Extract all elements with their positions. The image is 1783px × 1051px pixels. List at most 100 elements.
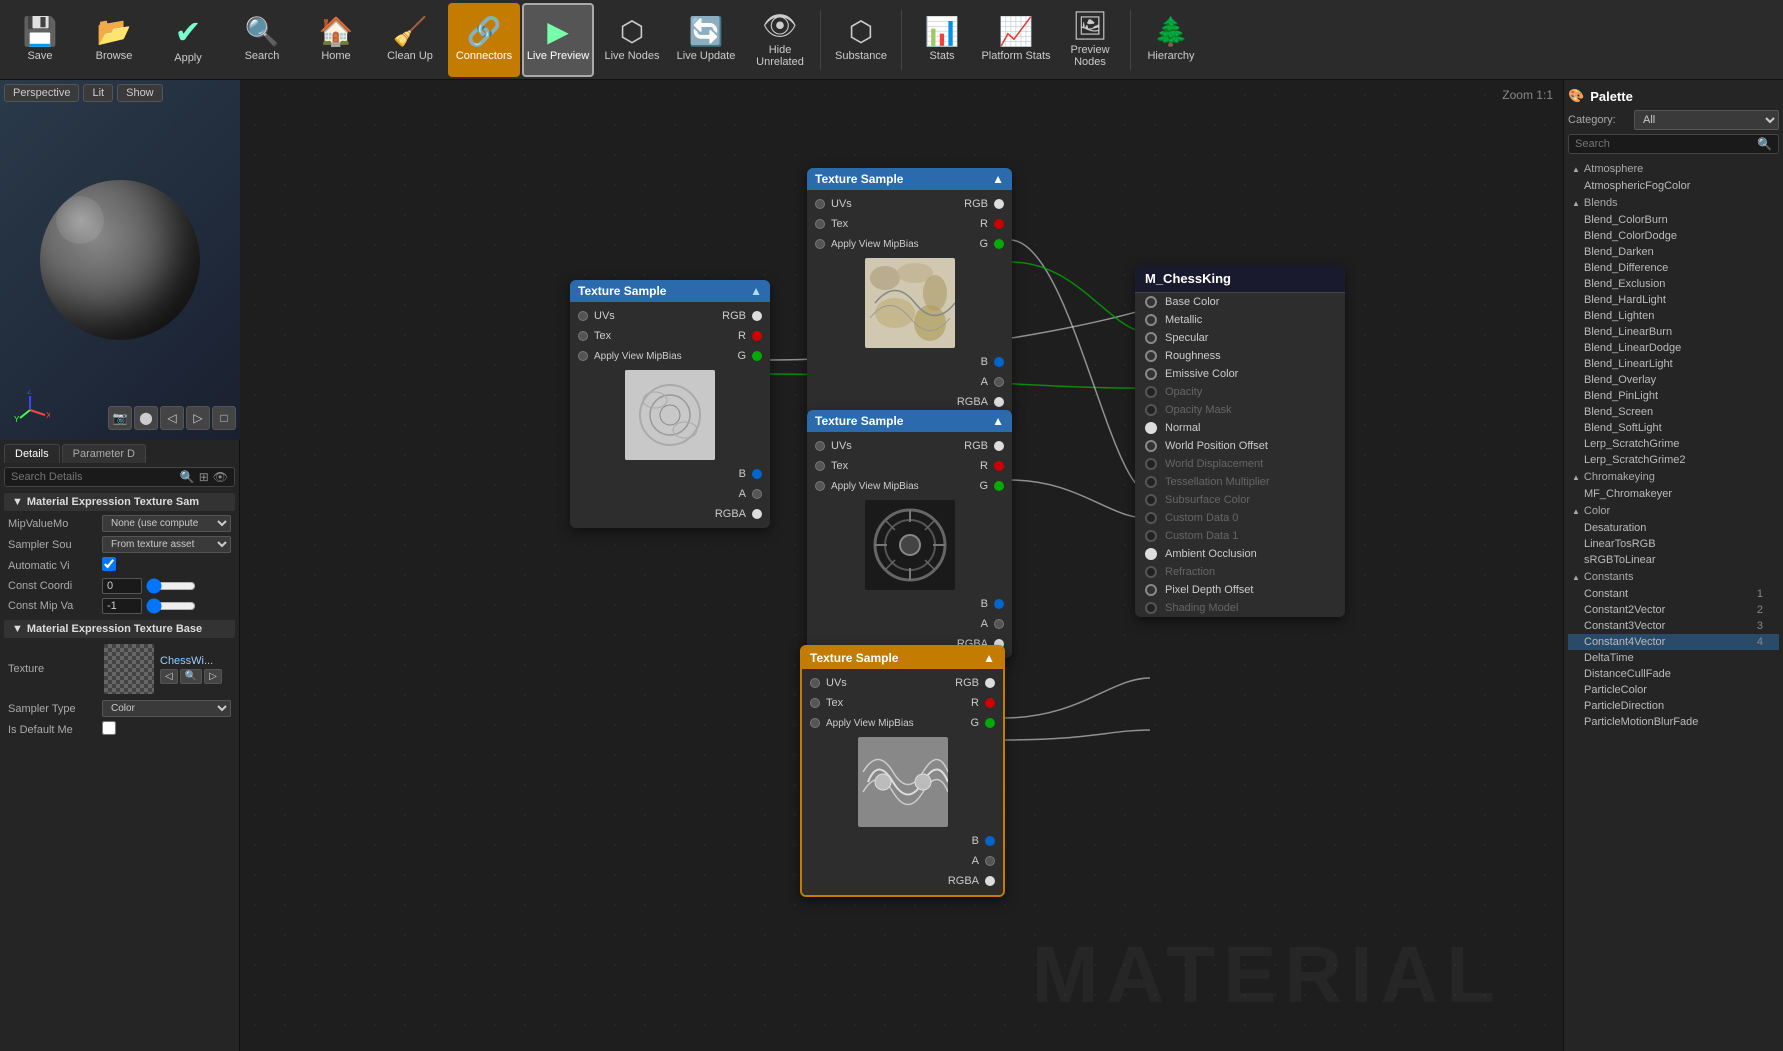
automaticview-checkbox[interactable] — [102, 557, 116, 571]
cleanup-button[interactable]: 🧹 Clean Up — [374, 3, 446, 77]
palette-item[interactable]: Blend_ColorDodge — [1568, 228, 1779, 244]
palette-item[interactable]: Blend_Lighten — [1568, 308, 1779, 324]
section-collapse-icon2: ▼ — [12, 623, 23, 635]
palette-item[interactable]: Blend_Overlay — [1568, 372, 1779, 388]
palette-item-selected[interactable]: Constant4Vector 4 — [1568, 634, 1779, 650]
palette-item[interactable]: ParticleDirection — [1568, 698, 1779, 714]
parameter-tab[interactable]: Parameter D — [62, 444, 146, 463]
samplertype-select[interactable]: Color — [102, 700, 231, 717]
palette-group-color[interactable]: Color — [1568, 502, 1779, 520]
pin-in — [815, 481, 825, 491]
apply-button[interactable]: ✔ Apply — [152, 3, 224, 77]
palette-item[interactable]: DeltaTime — [1568, 650, 1779, 666]
palette-item[interactable]: LinearTosRGB — [1568, 536, 1779, 552]
search-details-input[interactable] — [11, 471, 176, 483]
palette-item[interactable]: Blend_Darken — [1568, 244, 1779, 260]
palette-item[interactable]: Blend_HardLight — [1568, 292, 1779, 308]
palette-item[interactable]: Blend_PinLight — [1568, 388, 1779, 404]
palette-search-input[interactable] — [1575, 138, 1753, 150]
slot-worlddisp: World Displacement — [1135, 455, 1345, 473]
texture-node-4[interactable]: Texture Sample ▲ UVs RGB Tex R — [800, 645, 1005, 897]
eye-icon[interactable]: 👁 — [213, 470, 228, 484]
palette-item[interactable]: sRGBToLinear — [1568, 552, 1779, 568]
search-details-bar: 🔍 ⊞ 👁 — [4, 467, 235, 487]
details-tab[interactable]: Details — [4, 444, 60, 463]
tex-search-btn[interactable]: 🔍 — [180, 669, 202, 684]
viewport-icon-btn3[interactable]: ◁ — [160, 406, 184, 430]
palette-group-atmosphere[interactable]: Atmosphere — [1568, 160, 1779, 178]
palette-item[interactable]: Blend_SoftLight — [1568, 420, 1779, 436]
texture-node-3[interactable]: Texture Sample ▲ UVs RGB Tex R — [807, 410, 1012, 658]
pin-out — [994, 481, 1004, 491]
palette-item[interactable]: DistanceCullFade — [1568, 666, 1779, 682]
constmip-input[interactable] — [102, 598, 142, 614]
stats-button[interactable]: 📊 Stats — [906, 3, 978, 77]
constcoord-slider[interactable] — [146, 578, 196, 594]
palette-group-blends[interactable]: Blends — [1568, 194, 1779, 212]
palette-category-select[interactable]: All — [1634, 110, 1779, 130]
mipvaluemode-select[interactable]: None (use compute — [102, 515, 231, 532]
palette-item[interactable]: Blend_Exclusion — [1568, 276, 1779, 292]
palette-item[interactable]: Blend_ColorBurn — [1568, 212, 1779, 228]
pin-out — [994, 599, 1004, 609]
connectors-button[interactable]: 🔗 Connectors — [448, 3, 520, 77]
node-body-1: UVs RGB Tex R Apply View MipBias G — [570, 302, 770, 528]
palette-item[interactable]: Blend_Screen — [1568, 404, 1779, 420]
viewport-perspective-btn[interactable]: Perspective — [4, 84, 79, 102]
samplersource-select[interactable]: From texture asset — [102, 536, 231, 553]
isdefault-checkbox[interactable] — [102, 721, 116, 735]
substance-button[interactable]: ⬡ Substance — [825, 3, 897, 77]
viewport-icon-btn4[interactable]: ▷ — [186, 406, 210, 430]
texture-node-1[interactable]: Texture Sample ▲ UVs RGB Tex R — [570, 280, 770, 528]
palette-item[interactable]: MF_Chromakeyer — [1568, 486, 1779, 502]
hierarchy-button[interactable]: 🌲 Hierarchy — [1135, 3, 1207, 77]
viewport-icon-btn5[interactable]: □ — [212, 406, 236, 430]
viewport-icon-btn1[interactable]: 📷 — [108, 406, 132, 430]
liveupdate-button[interactable]: 🔄 Live Update — [670, 3, 742, 77]
section-header-texture[interactable]: ▼ Material Expression Texture Sam — [4, 493, 235, 511]
browse-button[interactable]: 📂 Browse — [78, 3, 150, 77]
constmip-slider[interactable] — [146, 598, 196, 614]
palette-group-constants[interactable]: Constants — [1568, 568, 1779, 586]
palette-item[interactable]: Blend_LinearDodge — [1568, 340, 1779, 356]
tex-prev-btn[interactable]: ◁ — [160, 669, 178, 684]
main-area: Perspective Lit Show X Y Z 📷 ⬤ — [0, 80, 1783, 1051]
viewport-show-btn[interactable]: Show — [117, 84, 163, 102]
save-button[interactable]: 💾 Save — [4, 3, 76, 77]
constcoord-input[interactable] — [102, 578, 142, 594]
livepreview-button[interactable]: ▶ Live Preview — [522, 3, 594, 77]
palette-item[interactable]: AtmosphericFogColor — [1568, 178, 1779, 194]
section-header-texturebase[interactable]: ▼ Material Expression Texture Base — [4, 620, 235, 638]
livenodes-button[interactable]: ⬡ Live Nodes — [596, 3, 668, 77]
palette-item[interactable]: Lerp_ScratchGrime2 — [1568, 452, 1779, 468]
hideunrelated-button[interactable]: 👁 Hide Unrelated — [744, 3, 816, 77]
tex-next-btn[interactable]: ▷ — [204, 669, 222, 684]
palette-item[interactable]: Constant2Vector 2 — [1568, 602, 1779, 618]
slot-shadingmodel: Shading Model — [1135, 599, 1345, 617]
search-button[interactable]: 🔍 Search — [226, 3, 298, 77]
palette-item[interactable]: Lerp_ScratchGrime — [1568, 436, 1779, 452]
viewport-lit-btn[interactable]: Lit — [83, 84, 113, 102]
palette-item[interactable]: ParticleMotionBlurFade — [1568, 714, 1779, 730]
palette-item[interactable]: Blend_LinearLight — [1568, 356, 1779, 372]
palette-group-chromakeying[interactable]: Chromakeying — [1568, 468, 1779, 486]
texture-node-2[interactable]: Texture Sample ▲ UVs RGB Tex R — [807, 168, 1012, 416]
material-node[interactable]: M_ChessKing Base Color Metallic Specular — [1135, 265, 1345, 617]
view-toggle-icon[interactable]: ⊞ — [199, 470, 209, 484]
material-node-header: M_ChessKing — [1135, 265, 1345, 293]
previewnodes-button[interactable]: 🖼 Preview Nodes — [1054, 3, 1126, 77]
palette-item[interactable]: Blend_LinearBurn — [1568, 324, 1779, 340]
home-button[interactable]: 🏠 Home — [300, 3, 372, 77]
palette-item[interactable]: Blend_Difference — [1568, 260, 1779, 276]
palette-item[interactable]: ParticleColor — [1568, 682, 1779, 698]
detail-tab-bar: Details Parameter D — [4, 444, 235, 463]
viewport-icon-btn2[interactable]: ⬤ — [134, 406, 158, 430]
prop-samplertype: Sampler Type Color — [4, 698, 235, 719]
prop-samplersource: Sampler Sou From texture asset — [4, 534, 235, 555]
palette-item[interactable]: Desaturation — [1568, 520, 1779, 536]
palette-item[interactable]: Constant3Vector 3 — [1568, 618, 1779, 634]
palette-category-row: Category: All — [1568, 110, 1779, 130]
platformstats-button[interactable]: 📈 Platform Stats — [980, 3, 1052, 77]
palette-item[interactable]: Constant 1 — [1568, 586, 1779, 602]
node-graph[interactable]: Zoom 1:1 MATERIAL Texture Sample ▲ — [240, 80, 1563, 1051]
